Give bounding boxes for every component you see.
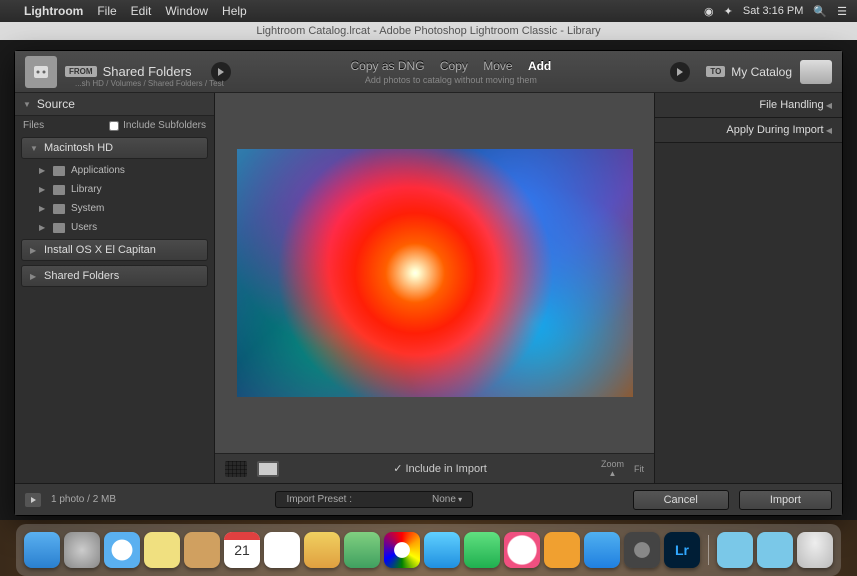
- dock-trash-icon[interactable]: [797, 532, 833, 568]
- apply-during-import-section[interactable]: Apply During Import: [655, 118, 842, 143]
- dock-maps-icon[interactable]: [344, 532, 380, 568]
- include-in-import-toggle[interactable]: Include in Import: [289, 462, 591, 475]
- chevron-right-icon[interactable]: ▶: [30, 246, 38, 255]
- import-button[interactable]: Import: [739, 490, 832, 510]
- destination-drive-icon[interactable]: [800, 60, 832, 84]
- mode-add[interactable]: Add: [528, 59, 551, 73]
- grid-view-button[interactable]: [225, 461, 247, 477]
- import-dialog: FROM Shared Folders ...sh HD / Volumes /…: [14, 50, 843, 516]
- tree-item-shared-folders[interactable]: ▶Shared Folders: [21, 265, 208, 287]
- dock-contacts-icon[interactable]: [184, 532, 220, 568]
- dock-photos-icon[interactable]: [384, 532, 420, 568]
- arrow-right-icon-2: [670, 62, 690, 82]
- import-status: 1 photo / 2 MB: [51, 494, 116, 505]
- folder-icon: [53, 204, 65, 214]
- dock-separator: [708, 535, 709, 565]
- import-header: FROM Shared Folders ...sh HD / Volumes /…: [15, 51, 842, 93]
- preview-panel: Include in Import Zoom ▲ Fit: [215, 93, 654, 483]
- include-subfolders-label: Include Subfolders: [123, 120, 206, 131]
- dock-stickies-icon[interactable]: [144, 532, 180, 568]
- source-path: ...sh HD / Volumes / Shared Folders / Te…: [75, 79, 224, 88]
- destination-label[interactable]: My Catalog: [731, 65, 792, 79]
- dock-calendar-icon[interactable]: [224, 532, 260, 568]
- tree-folder-system[interactable]: ▶System: [21, 201, 208, 216]
- source-panel-header[interactable]: Source: [15, 93, 214, 116]
- from-badge: FROM: [65, 66, 97, 77]
- dock-notes-icon[interactable]: [264, 532, 300, 568]
- fit-label[interactable]: Fit: [634, 464, 644, 474]
- menubar-clock[interactable]: Sat 3:16 PM: [743, 5, 804, 17]
- tree-item-install-osx[interactable]: ▶Install OS X El Capitan: [21, 239, 208, 261]
- preset-label: Import Preset :: [286, 494, 352, 505]
- preview-thumbnail[interactable]: [237, 149, 633, 397]
- chevron-right-icon[interactable]: ▶: [39, 204, 47, 213]
- tree-folder-applications[interactable]: ▶Applications: [21, 163, 208, 178]
- mode-copy-dng[interactable]: Copy as DNG: [351, 59, 425, 73]
- zoom-slider-icon[interactable]: ▲: [609, 469, 617, 478]
- dock-facetime-icon[interactable]: [464, 532, 500, 568]
- macos-dock: Lr: [16, 524, 841, 576]
- import-footer: 1 photo / 2 MB Import Preset : None Canc…: [15, 483, 842, 515]
- menu-window[interactable]: Window: [165, 4, 208, 18]
- files-label: Files: [23, 120, 44, 131]
- window-titlebar: Lightroom Catalog.lrcat - Adobe Photosho…: [0, 22, 857, 40]
- chevron-right-icon[interactable]: ▶: [30, 272, 38, 281]
- dock-ibooks-icon[interactable]: [544, 532, 580, 568]
- minimize-panel-button[interactable]: [25, 493, 41, 507]
- dock-lightroom-icon[interactable]: Lr: [664, 532, 700, 568]
- dock-itunes-icon[interactable]: [504, 532, 540, 568]
- tree-folder-library[interactable]: ▶Library: [21, 182, 208, 197]
- import-preset-dropdown[interactable]: Import Preset : None: [275, 491, 473, 508]
- menu-help[interactable]: Help: [222, 4, 247, 18]
- status-script-icon[interactable]: ✦: [724, 5, 733, 18]
- dock-folder-icon[interactable]: [717, 532, 753, 568]
- dock-messages-icon[interactable]: [424, 532, 460, 568]
- tree-root-volume[interactable]: ▼ Macintosh HD: [21, 137, 208, 159]
- loupe-view-button[interactable]: [257, 461, 279, 477]
- preview-area[interactable]: [215, 93, 654, 453]
- tree-folder-users[interactable]: ▶Users: [21, 220, 208, 235]
- notification-center-icon[interactable]: ☰: [837, 5, 847, 18]
- folder-icon: [53, 185, 65, 195]
- to-badge: TO: [706, 66, 725, 77]
- chevron-right-icon[interactable]: ▶: [39, 223, 47, 232]
- chevron-right-icon[interactable]: ▶: [39, 166, 47, 175]
- dock-reminders-icon[interactable]: [304, 532, 340, 568]
- chevron-right-icon[interactable]: ▶: [39, 185, 47, 194]
- macos-menubar: Lightroom File Edit Window Help ◉ ✦ Sat …: [0, 0, 857, 22]
- cancel-button[interactable]: Cancel: [633, 490, 729, 510]
- chevron-down-icon[interactable]: ▼: [30, 144, 38, 153]
- window-title: Lightroom Catalog.lrcat - Adobe Photosho…: [256, 25, 600, 37]
- mode-copy[interactable]: Copy: [440, 59, 468, 73]
- dock-launchpad-icon[interactable]: [64, 532, 100, 568]
- preview-toolbar: Include in Import Zoom ▲ Fit: [215, 453, 654, 483]
- spotlight-icon[interactable]: 🔍: [813, 5, 827, 18]
- menu-file[interactable]: File: [97, 4, 116, 18]
- app-menu[interactable]: Lightroom: [24, 4, 83, 18]
- mode-subtitle: Add photos to catalog without moving the…: [241, 75, 660, 85]
- dock-settings-icon[interactable]: [624, 532, 660, 568]
- source-panel: Source Files Include Subfolders ▼ Macint…: [15, 93, 215, 483]
- mode-move[interactable]: Move: [483, 59, 512, 73]
- zoom-label: Zoom: [601, 459, 624, 469]
- import-mode-tabs: Copy as DNG Copy Move Add Add photos to …: [241, 59, 660, 85]
- preset-value: None: [432, 494, 462, 505]
- menu-edit[interactable]: Edit: [131, 4, 152, 18]
- dock-downloads-icon[interactable]: [757, 532, 793, 568]
- source-label[interactable]: Shared Folders: [103, 64, 192, 79]
- file-handling-section[interactable]: File Handling: [655, 93, 842, 118]
- include-subfolders-checkbox[interactable]: [109, 121, 119, 131]
- folder-icon: [53, 223, 65, 233]
- folder-icon: [53, 166, 65, 176]
- status-eye-icon[interactable]: ◉: [704, 5, 714, 18]
- source-volume-icon[interactable]: [25, 56, 57, 88]
- dock-finder-icon[interactable]: [24, 532, 60, 568]
- dock-safari-icon[interactable]: [104, 532, 140, 568]
- right-panel: File Handling Apply During Import: [654, 93, 842, 483]
- dock-appstore-icon[interactable]: [584, 532, 620, 568]
